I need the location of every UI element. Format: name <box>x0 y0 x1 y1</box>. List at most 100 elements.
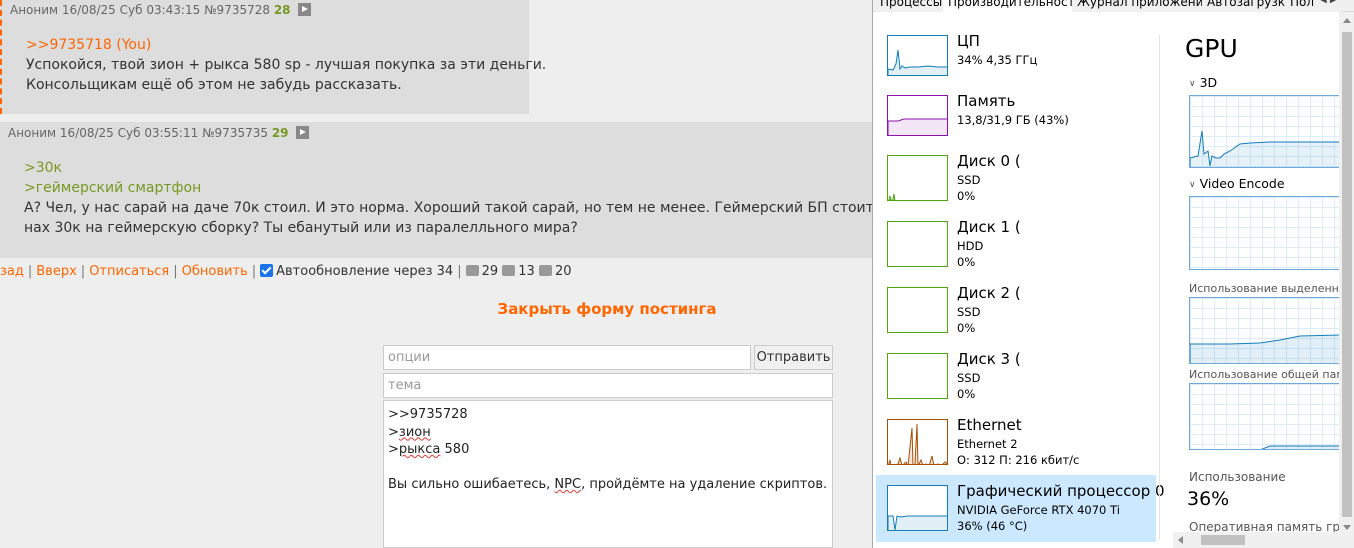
autoupdate-checkbox[interactable] <box>260 264 274 277</box>
engine-video-encode-header[interactable]: ∨ Video Encode <box>1189 176 1285 191</box>
scroll-up-icon[interactable] <box>1343 18 1351 23</box>
resource-disk-3[interactable]: Диск 3 ( SSD 0% <box>876 343 1156 407</box>
play-icon[interactable] <box>298 3 312 16</box>
resource-disk-0[interactable]: Диск 0 ( SSD 0% <box>876 145 1156 209</box>
dedicated-memory-graph <box>1189 297 1341 364</box>
shared-memory-graph <box>1189 383 1341 450</box>
resource-disk-1[interactable]: Диск 1 ( HDD 0% <box>876 211 1156 275</box>
posts-icon <box>465 265 479 276</box>
resource-type: SSD <box>957 305 981 319</box>
engine-video-encode-graph <box>1189 196 1341 270</box>
post-author: Аноним <box>10 3 59 17</box>
posts-count: 29 <box>481 264 499 279</box>
message-textarea[interactable]: >>9735728 >зион >рыкса 580 Вы сильно оши… <box>383 400 833 548</box>
resource-name: Память <box>957 92 1016 110</box>
memory-thumbnail-graph <box>887 95 948 136</box>
post-number[interactable]: №9735728 <box>204 3 270 17</box>
engine-3d-label: 3D <box>1199 75 1218 90</box>
task-manager-window: Процессы Производительность Журнал прило… <box>872 0 1354 548</box>
greentext-quote: >30к <box>24 160 63 176</box>
resource-name: Ethernet <box>957 416 1022 434</box>
gpu-thumbnail-graph <box>887 485 948 531</box>
resource-adapter: Ethernet 2 <box>957 437 1018 451</box>
users-count: 20 <box>554 264 572 279</box>
resource-name: Диск 2 ( <box>957 284 1021 302</box>
disk-2-thumbnail-graph <box>887 287 948 333</box>
tab-startup[interactable]: Автозагрузка <box>1202 0 1299 12</box>
tab-scroll-arrows-icon[interactable]: ◀ ▶ <box>1315 0 1342 12</box>
post-line: нах 30к на геймерскую сборку? Ты ебануты… <box>24 220 578 236</box>
post-header: Аноним 16/08/25 Суб 03:43:15 №9735728 28 <box>10 3 312 17</box>
gpu-title: GPU <box>1185 34 1238 63</box>
resource-disk-2[interactable]: Диск 2 ( SSD 0% <box>876 277 1156 341</box>
cpu-thumbnail-graph <box>887 35 948 76</box>
resource-ethernet[interactable]: Ethernet Ethernet 2 О: 312 П: 216 кбит/с <box>876 409 1156 473</box>
usage-value: 36% <box>1187 488 1230 510</box>
resource-model: NVIDIA GeForce RTX 4070 Ti <box>957 503 1120 517</box>
disk-3-thumbnail-graph <box>887 353 948 399</box>
resource-type: HDD <box>957 239 984 253</box>
misspelled-word: NPC <box>554 477 582 492</box>
shared-memory-label: Использование общей памя <box>1189 368 1352 381</box>
resource-name: Графический процессор 0 <box>957 482 1165 500</box>
refresh-link[interactable]: Обновить <box>182 264 248 279</box>
images-count: 13 <box>518 264 535 279</box>
engine-3d-header[interactable]: ∨ 3D <box>1189 75 1217 90</box>
thread-nav: зад | Вверх | Отписаться | Обновить | Автообновл… <box>0 264 572 279</box>
text-line: Вы сильно ошибаетесь, NPC, пройдёмте на … <box>388 477 828 492</box>
resource-throughput: О: 312 П: 216 кбит/с <box>957 453 1080 467</box>
post-line: Успокойся, твой зион + рыкса 580 sp - лу… <box>26 57 547 73</box>
images-icon <box>502 265 516 276</box>
resource-name: ЦП <box>957 32 980 50</box>
resource-type: SSD <box>957 173 981 187</box>
resource-type: SSD <box>957 371 981 385</box>
engine-video-encode-label: Video Encode <box>1199 176 1285 191</box>
play-icon[interactable] <box>296 126 310 139</box>
chevron-down-icon: ∨ <box>1189 180 1196 190</box>
top-link[interactable]: Вверх <box>36 264 77 279</box>
scroll-down-icon[interactable] <box>1343 525 1351 530</box>
resource-usage: 0% <box>957 255 976 269</box>
post-author: Аноним <box>8 126 57 140</box>
misspelled-word: зион <box>398 424 431 440</box>
tab-app-history[interactable]: Журнал приложений <box>1072 0 1218 12</box>
resource-usage: 0% <box>957 189 976 203</box>
pane-divider <box>1159 35 1160 540</box>
gpu-detail-pane: GPU ∨ 3D ∨ Video Encode Использование выде… <box>1173 12 1354 548</box>
post-reply-count: 29 <box>271 126 289 140</box>
scroll-thumb[interactable] <box>1201 535 1245 545</box>
post-line: А? Чел, у нас сарай на даче 70к стоил. И… <box>24 200 932 216</box>
post-body: >>9735718 (You) Успокойся, твой зион + р… <box>26 35 546 95</box>
scroll-left-icon[interactable] <box>1178 536 1183 544</box>
resource-gpu-0[interactable]: Графический процессор 0 NVIDIA GeForce R… <box>876 475 1165 542</box>
subject-input[interactable]: тема <box>383 373 833 398</box>
scroll-thumb[interactable] <box>1342 32 1352 517</box>
unsubscribe-link[interactable]: Отписаться <box>89 264 169 279</box>
vertical-scrollbar[interactable] <box>1339 12 1354 548</box>
resource-detail: 13,8/31,9 ГБ (43%) <box>957 113 1069 127</box>
resource-usage: 36% (46 °C) <box>957 519 1028 533</box>
resource-name: Диск 0 ( <box>957 152 1021 170</box>
resource-detail: 34% 4,35 ГГц <box>957 53 1038 67</box>
post-reply-count: 28 <box>273 3 291 17</box>
resource-memory[interactable]: Память 13,8/31,9 ГБ (43%) <box>876 85 1156 149</box>
reply-link[interactable]: >>9735718 (You) <box>26 35 546 55</box>
tab-bar: Процессы Производительность Журнал прило… <box>873 0 1354 13</box>
ethernet-thumbnail-graph <box>887 419 948 465</box>
back-link[interactable]: зад <box>0 264 24 279</box>
send-button[interactable]: Отправить <box>754 345 833 370</box>
tab-processes[interactable]: Процессы <box>875 0 949 12</box>
post-date: 16/08/25 Суб 03:43:15 <box>61 3 201 17</box>
text-line: >>9735728 <box>388 407 468 422</box>
options-input[interactable]: опции <box>383 345 751 370</box>
text-line <box>388 459 828 477</box>
text-line: >зион <box>388 424 431 440</box>
usage-label: Использование <box>1189 470 1286 484</box>
dedicated-memory-label: Использование выделенной <box>1189 282 1353 295</box>
resource-cpu[interactable]: ЦП 34% 4,35 ГГц <box>876 25 1156 89</box>
resource-usage: 0% <box>957 321 976 335</box>
post-header: Аноним 16/08/25 Суб 03:55:11 №9735735 29 <box>8 126 310 140</box>
horizontal-scrollbar[interactable] <box>1173 532 1339 548</box>
chevron-down-icon: ∨ <box>1189 79 1196 89</box>
post-number[interactable]: №9735735 <box>202 126 268 140</box>
